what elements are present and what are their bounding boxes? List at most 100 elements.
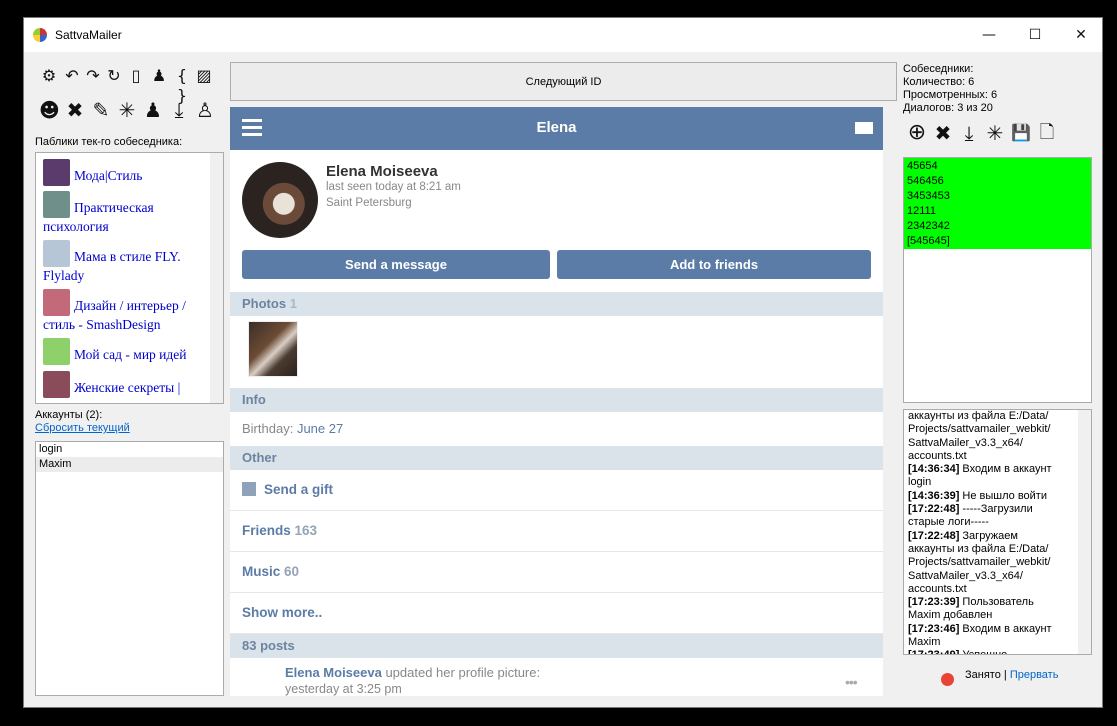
next-id-button[interactable]: Следующий ID	[230, 62, 897, 101]
log-line: аккаунты из файла E:/Data/	[908, 542, 1049, 555]
log-line: accounts.txt	[908, 449, 967, 462]
log-line: accounts.txt	[908, 582, 967, 595]
accounts-label: Аккаунты (2):	[35, 409, 103, 421]
photo-thumbnail[interactable]	[248, 321, 298, 377]
users-icon[interactable]: ♟	[149, 66, 169, 86]
edit-icon[interactable]: ✎	[91, 100, 111, 120]
browser-view: Elena Elena Moiseeva last seen today at …	[230, 107, 897, 696]
mobile-icon[interactable]: ▯	[126, 66, 146, 86]
account-item-login[interactable]: login	[36, 442, 223, 457]
list-item[interactable]: Дизайн / интерьер / стиль - SmashDesign	[43, 289, 203, 334]
new-file-icon[interactable]: 🗋	[1037, 123, 1057, 143]
birthday: Birthday: June 27	[242, 421, 344, 436]
public-avatar-icon	[43, 191, 70, 218]
id-list[interactable]: 45654 546456 3453453 12111 2342342 [5456…	[903, 157, 1092, 403]
undo-icon[interactable]: ↶	[62, 66, 82, 86]
download-icon[interactable]: ⤓	[959, 123, 979, 143]
log-line: SattvaMailer_v3.3_x64/	[908, 436, 1023, 449]
vk-header-title: Elena	[536, 119, 577, 136]
list-item[interactable]: 3453453	[907, 189, 1088, 204]
log-content: аккаунты из файла E:/Data/Projects/sattv…	[908, 410, 1070, 654]
list-item[interactable]: 12111	[907, 204, 1088, 219]
delete-icon[interactable]: ✖	[933, 123, 953, 143]
stats-panel: Собеседники: Количество: 6 Просмотренных…	[903, 63, 997, 115]
log-line: [17:23:39] Пользователь	[908, 596, 1034, 609]
abort-link[interactable]: Прервать	[1010, 669, 1059, 681]
users-group-icon[interactable]: ♟	[143, 100, 163, 120]
add-to-friends-button[interactable]: Add to friends	[557, 250, 871, 279]
public-avatar-icon	[43, 159, 70, 186]
friends-row[interactable]: Friends 163	[230, 511, 883, 552]
log-line: [14:36:39] Не вышло войти	[908, 489, 1047, 502]
profile-name: Elena Moiseeva	[326, 163, 438, 180]
refresh-icon[interactable]: ↻	[104, 66, 124, 86]
log-line: SattvaMailer_v3.3_x64/	[908, 569, 1023, 582]
last-seen: last seen today at 8:21 am	[326, 181, 461, 193]
log-line: Maxim добавлен	[908, 609, 993, 622]
log-line: Maxim	[908, 636, 941, 649]
list-item[interactable]: 2342342	[907, 219, 1088, 234]
log-line: Projects/sattvamailer_webkit/	[908, 556, 1051, 569]
post-time[interactable]: yesterday at 3:25 pm	[285, 682, 402, 696]
user-search-icon[interactable]: ♙	[195, 100, 215, 120]
reset-current-link[interactable]: Сбросить текущий	[35, 422, 130, 434]
window-title: SattvaMailer	[55, 28, 122, 42]
log-line: [17:22:48] Загружаем	[908, 529, 1018, 542]
log-line: Projects/sattvamailer_webkit/	[908, 423, 1051, 436]
status-indicator-icon	[941, 673, 954, 686]
loading-icon[interactable]: ✳	[985, 123, 1005, 143]
send-message-button[interactable]: Send a message	[242, 250, 550, 279]
photos-section-header[interactable]: Photos 1	[230, 292, 883, 316]
posts-section-header: 83 posts	[230, 634, 883, 658]
download-icon[interactable]: ⤓	[169, 100, 189, 120]
log-line: аккаунты из файла E:/Data/	[908, 410, 1049, 422]
public-avatar-icon	[43, 338, 70, 365]
add-icon[interactable]: ⊕	[907, 122, 927, 144]
publics-list[interactable]: Мода|Стиль Практическая психология Мама …	[35, 152, 224, 404]
scrollbar[interactable]	[883, 107, 897, 696]
status-bar: Занято | Прервать	[965, 669, 1059, 681]
log-line: [14:36:34] Входим в аккаунт	[908, 463, 1052, 476]
list-item[interactable]: Мама в стиле FLY. Flylady	[43, 240, 203, 285]
public-avatar-icon	[43, 289, 70, 316]
list-item[interactable]: Мода|Стиль	[43, 159, 203, 186]
mail-icon[interactable]	[855, 122, 873, 134]
redo-icon[interactable]: ↷	[83, 66, 103, 86]
settings-icon[interactable]: ⚙	[39, 66, 59, 86]
send-gift-row[interactable]: Send a gift	[230, 470, 883, 511]
post-menu-icon[interactable]: •••	[845, 674, 858, 690]
list-item[interactable]: Практическая психология	[43, 191, 203, 236]
public-avatar-icon	[43, 240, 70, 267]
public-avatar-icon	[43, 371, 70, 398]
avatar[interactable]	[242, 162, 318, 238]
stats-line: Собеседники:	[903, 63, 974, 75]
list-item[interactable]: 546456	[907, 174, 1088, 189]
image-icon[interactable]: ▨	[194, 66, 214, 86]
minimize-button[interactable]: —	[966, 18, 1012, 52]
profile-city: Saint Petersburg	[326, 197, 412, 209]
log-line: login	[908, 476, 932, 489]
account-item-maxim[interactable]: Maxim	[36, 457, 223, 472]
close-button[interactable]: ✕	[1058, 18, 1104, 52]
user-icon[interactable]: ☻	[39, 100, 60, 120]
log-line: [17:23:49] Успешно	[908, 649, 1070, 654]
accounts-list[interactable]: login Maxim	[35, 441, 224, 696]
stats-line: Просмотренных: 6	[903, 89, 998, 101]
scrollbar[interactable]	[1078, 410, 1091, 654]
loading-icon[interactable]: ✳	[117, 100, 137, 120]
list-item[interactable]: Мой сад - мир идей	[43, 338, 203, 365]
music-row[interactable]: Music 60	[230, 552, 883, 593]
log-line: старые логи-----	[908, 516, 989, 529]
list-item[interactable]: Женские секреты |	[43, 371, 203, 398]
save-icon[interactable]: 💾	[1011, 123, 1031, 143]
info-section-header: Info	[230, 388, 883, 412]
maximize-button[interactable]: ☐	[1012, 18, 1058, 52]
list-item[interactable]: 45654	[907, 159, 1088, 174]
show-more-row[interactable]: Show more..	[230, 593, 883, 634]
app-window: SattvaMailer — ☐ ✕ ⚙ ↶ ↷ ↻ ▯ { } ▨ ♟ ☻ ✖…	[23, 17, 1103, 708]
scrollbar[interactable]	[210, 153, 223, 403]
other-section-header: Other	[230, 446, 883, 470]
delete-icon[interactable]: ✖	[65, 100, 85, 120]
post-header: Elena Moiseeva updated her profile pictu…	[285, 665, 541, 680]
list-item[interactable]: [545645]	[907, 234, 1088, 249]
